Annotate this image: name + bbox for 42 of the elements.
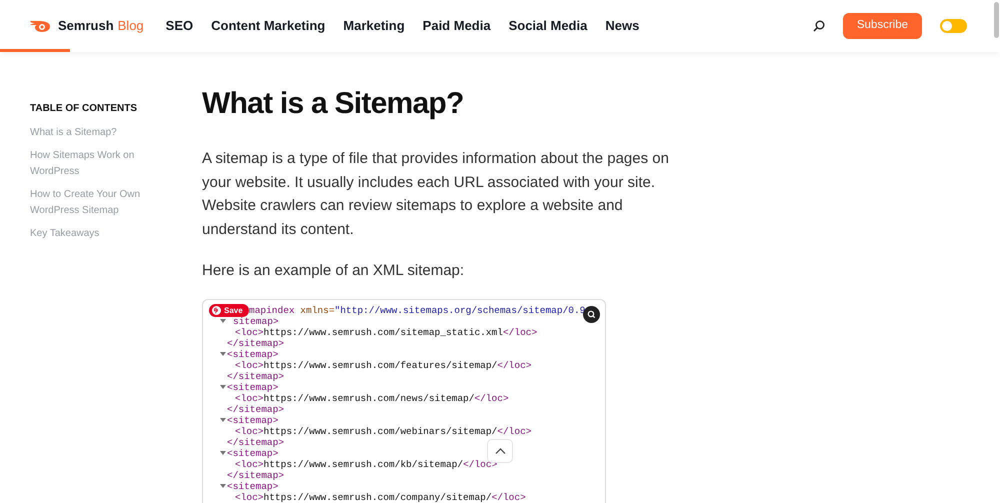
nav-link[interactable]: Social Media bbox=[508, 16, 588, 36]
nav-link[interactable]: Marketing bbox=[343, 16, 405, 36]
code-line: <sitemap> bbox=[227, 480, 278, 492]
chevron-up-icon bbox=[494, 448, 506, 454]
brand-name[interactable]: Semrush bbox=[58, 16, 114, 36]
nav-link[interactable]: SEO bbox=[166, 16, 194, 36]
code-line: sitemap> bbox=[233, 316, 279, 326]
zoom-lens-icon[interactable] bbox=[583, 306, 600, 322]
code-line: </sitemap> bbox=[227, 436, 284, 448]
scrollbar-thumb[interactable] bbox=[994, 2, 999, 38]
code-line: </sitemap> bbox=[227, 470, 284, 480]
paragraph: A sitemap is a type of file that provides information about the pages on your website. It usually includes each URL associated with your site. Website crawlers can review sitemaps to explore a website and understand its content. bbox=[202, 149, 670, 240]
collapse-toggle-icon[interactable] bbox=[220, 483, 226, 489]
code-line: <loc>https://www.semrush.com/kb/sitemap/</loc> bbox=[235, 458, 498, 470]
code-line: <sitemap> bbox=[227, 382, 278, 392]
article-title: What is a Sitemap? bbox=[202, 86, 465, 122]
code-line: mapindex xmlns="http://www.sitemaps.org/schemas/sitemap/0.9 bbox=[249, 304, 586, 316]
search-icon[interactable] bbox=[812, 20, 825, 32]
code-line: <loc>https://www.semrush.com/sitemap_static.xml</loc> bbox=[235, 326, 538, 338]
collapse-toggle-icon[interactable] bbox=[220, 384, 226, 390]
collapse-toggle-icon[interactable] bbox=[220, 351, 226, 357]
code-line: <loc>https://www.semrush.com/webinars/sitemap/</loc> bbox=[235, 426, 532, 436]
code-line: <loc>https://www.semrush.com/company/sitemap/</loc> bbox=[235, 492, 526, 502]
theme-toggle[interactable] bbox=[940, 19, 967, 33]
nav-link[interactable]: Content Marketing bbox=[211, 16, 326, 36]
active-underline bbox=[0, 49, 70, 52]
code-line: <sitemap> bbox=[227, 348, 278, 360]
nav-link[interactable]: Paid Media bbox=[422, 16, 491, 36]
code-line: </sitemap> bbox=[227, 404, 284, 414]
paragraph: Here is an example of an XML sitemap: bbox=[202, 261, 466, 281]
code-line: <loc>https://www.semrush.com/news/sitemap/</loc> bbox=[235, 392, 509, 404]
code-line: <sitemap> bbox=[227, 448, 278, 458]
toc-heading: TABLE OF CONTENTS bbox=[30, 102, 138, 116]
code-line: </sitemap> bbox=[227, 338, 284, 348]
save-button[interactable]: Save bbox=[209, 304, 249, 316]
code-line: <loc>https://www.semrush.com/features/sitemap/</loc> bbox=[235, 360, 532, 370]
code-line: </sitemap> bbox=[227, 370, 284, 382]
code-line: <sitemap> bbox=[227, 414, 278, 426]
collapse-toggle-icon[interactable] bbox=[220, 450, 226, 456]
nav-link[interactable]: News bbox=[605, 16, 640, 36]
pin-icon bbox=[212, 306, 221, 314]
collapse-toggle-icon[interactable] bbox=[220, 417, 226, 423]
